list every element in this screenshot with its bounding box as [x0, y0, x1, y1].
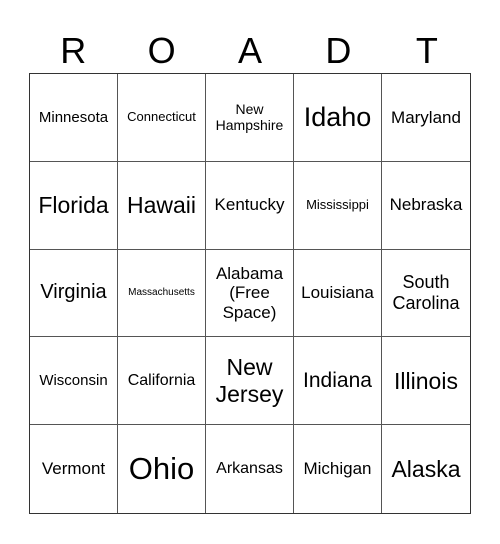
bingo-cell[interactable]: Idaho	[294, 74, 382, 162]
bingo-cell[interactable]: South Carolina	[382, 250, 470, 338]
bingo-cell[interactable]: Alaska	[382, 425, 470, 513]
bingo-cell[interactable]: Massachusetts	[118, 249, 206, 338]
bingo-cell[interactable]: Michigan	[294, 425, 382, 513]
bingo-card: Minnesota Connecticut New Hampshire Idaho Ma…	[29, 73, 471, 514]
cell-label: Massachusetts	[128, 287, 195, 299]
bingo-cell[interactable]: Illinois	[382, 337, 470, 426]
bingo-cell[interactable]: California	[118, 337, 206, 426]
cell-label: Nebraska	[389, 195, 463, 215]
bingo-cell[interactable]: New Hampshire	[206, 74, 294, 162]
bingo-cell[interactable]: Louisiana	[294, 249, 382, 338]
cell-label: Maryland	[391, 107, 461, 127]
cell-label: Kentucky	[214, 195, 285, 215]
cell-label: Idaho	[303, 101, 372, 132]
header-letter: O	[147, 30, 176, 71]
cell-label: Michigan	[303, 459, 372, 479]
cell-label: Hawaii	[126, 191, 197, 218]
header-letter: D	[325, 30, 352, 71]
bingo-cell[interactable]: Minnesota	[30, 74, 118, 162]
cell-label: Connecticut	[127, 108, 196, 124]
bingo-cell[interactable]: Connecticut	[118, 74, 206, 162]
header-letter: R	[60, 30, 87, 71]
bingo-cell[interactable]: Vermont	[30, 425, 118, 513]
bingo-cell[interactable]: Ohio	[118, 425, 206, 513]
cell-label: Vermont	[41, 459, 106, 479]
header-letter: T	[415, 30, 438, 71]
cell-label: Louisiana	[301, 283, 374, 303]
bingo-cell[interactable]: Hawaii	[118, 161, 206, 250]
bingo-cell[interactable]: Maryland	[382, 74, 470, 162]
bingo-cell[interactable]: Virginia	[30, 249, 118, 338]
cell-label: Arkansas	[216, 459, 283, 477]
bingo-cell[interactable]: Indiana	[294, 337, 382, 426]
cell-label: Florida	[38, 191, 109, 218]
bingo-cell[interactable]: Kentucky	[206, 161, 294, 250]
cell-label: Minnesota	[38, 108, 109, 126]
cell-label: Illinois	[394, 367, 458, 394]
header-letter: A	[238, 30, 263, 71]
bingo-cell[interactable]: Florida	[30, 161, 118, 250]
cell-label: Ohio	[128, 451, 195, 487]
bingo-cell[interactable]: New Jersey	[206, 337, 294, 426]
cell-label: Alaska	[391, 455, 461, 482]
cell-label: New Jersey	[215, 354, 284, 407]
cell-label: Wisconsin	[39, 372, 108, 390]
bingo-header: R O A D T	[29, 30, 471, 72]
cell-label: California	[127, 371, 196, 389]
bingo-cell[interactable]: Mississippi	[294, 161, 382, 250]
bingo-cell[interactable]: Wisconsin	[30, 337, 118, 426]
cell-label: New Hampshire	[215, 101, 284, 134]
cell-label: Alabama (Free Space)	[215, 263, 284, 322]
cell-label: Virginia	[40, 281, 107, 304]
cell-label: Indiana	[303, 368, 372, 392]
cell-label: Mississippi	[306, 196, 369, 212]
bingo-cell[interactable]: Alabama (Free Space)	[206, 249, 294, 338]
bingo-cell[interactable]: Arkansas	[206, 425, 294, 513]
bingo-cell[interactable]: Nebraska	[382, 162, 470, 250]
cell-label: South Carolina	[392, 272, 460, 313]
